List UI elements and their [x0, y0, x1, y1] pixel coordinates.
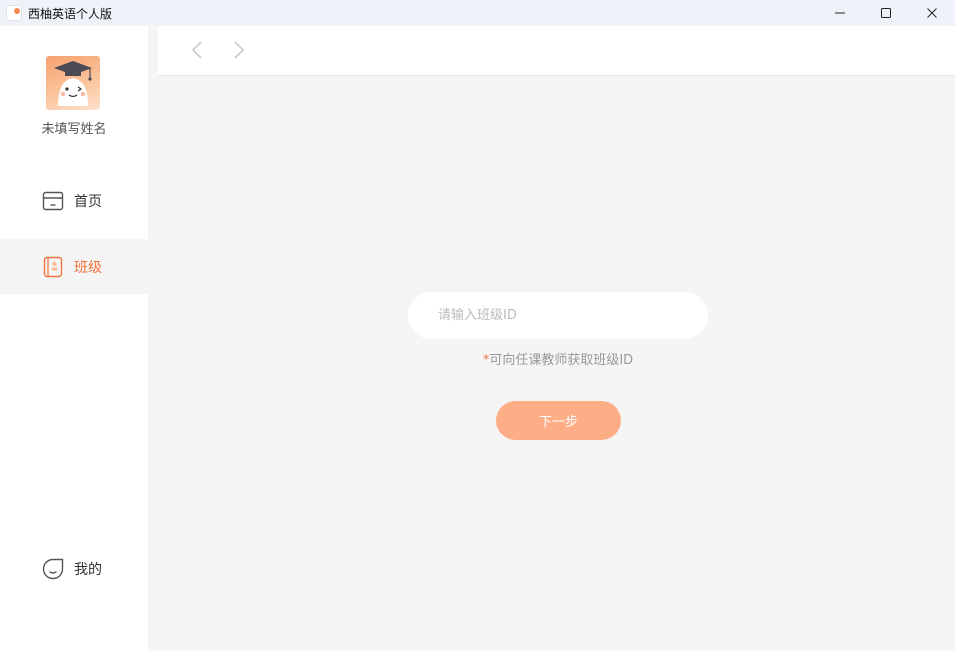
profile-icon	[42, 558, 64, 579]
forward-button[interactable]	[228, 40, 248, 60]
user-name: 未填写姓名	[41, 122, 107, 137]
close-button[interactable]	[909, 0, 955, 26]
app-window: 西柚英语个人版 未填写姓名 首页 班级 我的 请输入班级ID *可向任课教师获取…	[0, 0, 955, 651]
minimize-icon	[835, 12, 845, 14]
home-icon	[42, 191, 64, 210]
close-icon	[927, 8, 937, 18]
top-navigation-bar	[158, 26, 955, 76]
window-controls	[817, 0, 955, 26]
title-bar: 西柚英语个人版	[0, 0, 955, 26]
sidebar-item-label: 班级	[74, 259, 102, 276]
next-step-button[interactable]: 下一步	[496, 401, 621, 440]
sidebar-item-label: 首页	[74, 193, 102, 210]
class-id-hint: *可向任课教师获取班级ID	[408, 349, 708, 368]
minimize-button[interactable]	[817, 0, 863, 26]
window-title: 西柚英语个人版	[28, 6, 113, 21]
sidebar-item-home[interactable]: 首页	[0, 173, 148, 228]
sidebar: 未填写姓名 首页 班级 我的	[0, 26, 148, 651]
sidebar-item-class[interactable]: 班级	[0, 239, 148, 294]
back-button[interactable]	[188, 40, 208, 60]
sidebar-item-label: 我的	[74, 561, 102, 578]
chevron-left-icon	[191, 41, 202, 59]
sidebar-item-mine[interactable]: 我的	[0, 541, 148, 596]
maximize-button[interactable]	[863, 0, 909, 26]
avatar[interactable]	[46, 56, 100, 110]
app-logo-icon	[6, 5, 22, 21]
hint-text: 可向任课教师获取班级ID	[489, 353, 634, 368]
class-id-input[interactable]	[408, 292, 708, 339]
chevron-right-icon	[234, 41, 245, 59]
class-book-icon	[43, 256, 63, 277]
graduate-mascot-icon	[54, 61, 92, 106]
maximize-icon	[881, 8, 891, 18]
